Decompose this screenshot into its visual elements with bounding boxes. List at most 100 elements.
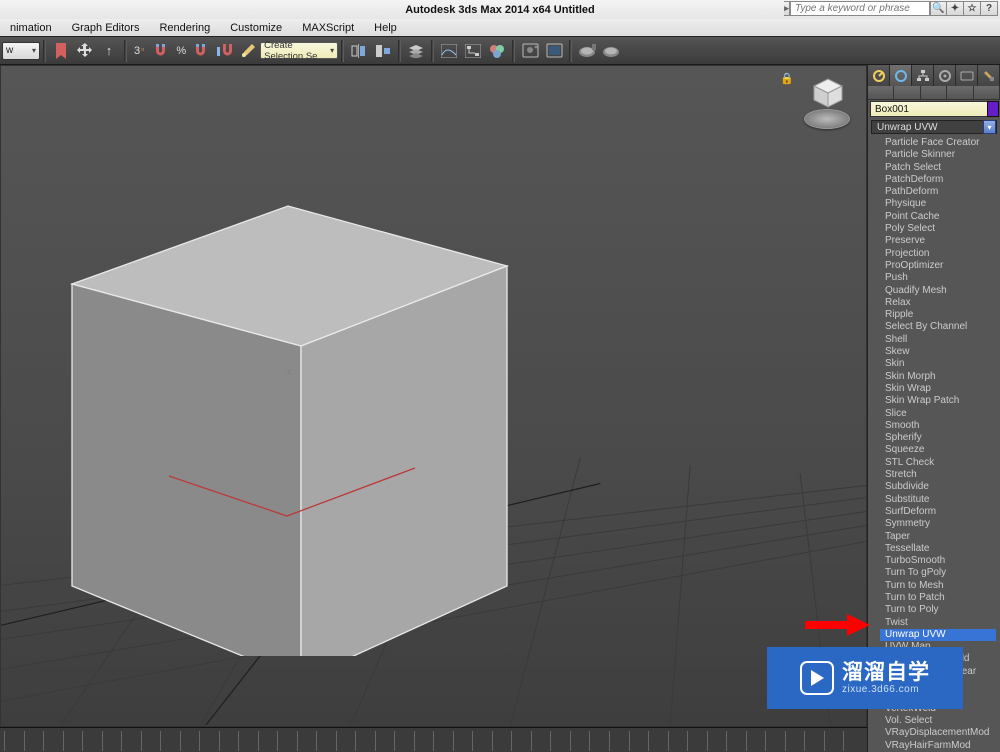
command-panel-tabs bbox=[868, 65, 1000, 86]
render-setup-icon[interactable] bbox=[519, 40, 541, 62]
curve-editor-icon[interactable] bbox=[438, 40, 460, 62]
chevron-down-icon[interactable]: ▾ bbox=[983, 120, 996, 134]
render-iterative-icon[interactable] bbox=[600, 40, 622, 62]
modifier-item[interactable]: Preserve bbox=[880, 235, 996, 247]
layer-manager-icon[interactable] bbox=[405, 40, 427, 62]
sub-btn-4[interactable] bbox=[947, 86, 973, 100]
modifier-item[interactable]: Skin Morph bbox=[880, 371, 996, 383]
selection-filter-dropdown[interactable]: w ▾ bbox=[2, 42, 40, 60]
menu-rendering[interactable]: Rendering bbox=[149, 22, 220, 34]
object-color-swatch[interactable] bbox=[987, 101, 999, 117]
material-editor-icon[interactable] bbox=[486, 40, 508, 62]
hierarchy-tab-icon[interactable] bbox=[912, 65, 934, 86]
bookmark-icon[interactable] bbox=[50, 40, 72, 62]
sub-btn-5[interactable] bbox=[974, 86, 1000, 100]
modifier-item[interactable]: Push bbox=[880, 272, 996, 284]
modifier-item[interactable]: Projection bbox=[880, 248, 996, 260]
modifier-item[interactable]: Physique bbox=[880, 198, 996, 210]
help-icon[interactable]: ? bbox=[981, 1, 998, 16]
render-production-icon[interactable] bbox=[576, 40, 598, 62]
menu-customize[interactable]: Customize bbox=[220, 22, 292, 34]
menu-graph-editors[interactable]: Graph Editors bbox=[62, 22, 150, 34]
percent-snap-magnet-icon[interactable] bbox=[189, 40, 211, 62]
box001-mesh[interactable]: z bbox=[51, 186, 551, 656]
modifier-item[interactable]: Ripple bbox=[880, 309, 996, 321]
angle-snap-magnet-icon[interactable] bbox=[149, 40, 171, 62]
modifier-item[interactable]: Skew bbox=[880, 346, 996, 358]
rendered-frame-window-icon[interactable] bbox=[543, 40, 565, 62]
modifier-item[interactable]: Symmetry bbox=[880, 518, 996, 530]
menu-help[interactable]: Help bbox=[364, 22, 407, 34]
modifier-item[interactable]: Patch Select bbox=[880, 162, 996, 174]
arrow-up-icon[interactable]: ↑ bbox=[98, 40, 120, 62]
modifier-item[interactable]: Squeeze bbox=[880, 444, 996, 456]
modifier-item[interactable]: Turn to Poly bbox=[880, 604, 996, 616]
modifier-item[interactable]: Stretch bbox=[880, 469, 996, 481]
viewcube-compass-icon[interactable] bbox=[804, 109, 850, 129]
modifier-item[interactable]: Substitute bbox=[880, 494, 996, 506]
modifier-item[interactable]: Twist bbox=[880, 617, 996, 629]
modifier-item[interactable]: PatchDeform bbox=[880, 174, 996, 186]
object-name-field[interactable]: Box001 bbox=[870, 101, 992, 117]
modifier-item[interactable]: STL Check bbox=[880, 457, 996, 469]
lock-icon[interactable]: 🔒 bbox=[780, 72, 794, 85]
modifier-item[interactable]: Particle Face Creator bbox=[880, 137, 996, 149]
named-selection-set-dropdown[interactable]: Create Selection Se ▾ bbox=[260, 42, 338, 59]
modifier-item[interactable]: TurboSmooth bbox=[880, 555, 996, 567]
modifier-item[interactable]: Slice bbox=[880, 408, 996, 420]
modifier-item[interactable]: Point Cache bbox=[880, 211, 996, 223]
modifier-item[interactable]: Tessellate bbox=[880, 543, 996, 555]
modifier-item[interactable]: Subdivide bbox=[880, 481, 996, 493]
viewcube[interactable] bbox=[796, 71, 856, 141]
communication-center-icon[interactable]: ✦ bbox=[947, 1, 964, 16]
modifier-item[interactable]: ProOptimizer bbox=[880, 260, 996, 272]
sub-btn-3[interactable] bbox=[921, 86, 947, 100]
modifier-item[interactable]: Skin Wrap Patch bbox=[880, 395, 996, 407]
modifier-item[interactable]: SurfDeform bbox=[880, 506, 996, 518]
modifier-list-dropdown[interactable]: Unwrap UVW ▾ bbox=[871, 120, 997, 134]
display-tab-icon[interactable] bbox=[956, 65, 978, 86]
utilities-tab-icon[interactable] bbox=[978, 65, 1000, 86]
viewcube-cube-icon[interactable] bbox=[812, 77, 844, 109]
mirror-icon[interactable] bbox=[348, 40, 370, 62]
modifier-item[interactable]: Quadify Mesh bbox=[880, 285, 996, 297]
favorites-icon[interactable]: ☆ bbox=[964, 1, 981, 16]
sub-btn-2[interactable] bbox=[894, 86, 920, 100]
modifier-item[interactable]: Select By Channel bbox=[880, 321, 996, 333]
sub-btn-1[interactable] bbox=[868, 86, 894, 100]
modifier-item[interactable]: VRayHairFarmMod bbox=[880, 740, 996, 752]
modify-tab-icon[interactable] bbox=[890, 65, 912, 86]
modifier-item[interactable]: Particle Skinner bbox=[880, 149, 996, 161]
modifier-item[interactable]: Vol. Select bbox=[880, 715, 996, 727]
schematic-view-icon[interactable] bbox=[462, 40, 484, 62]
percent-snap-label: % bbox=[172, 45, 188, 57]
modifier-item[interactable]: Poly Select bbox=[880, 223, 996, 235]
menu-animation[interactable]: nimation bbox=[0, 22, 62, 34]
perspective-viewport[interactable]: z 🔒 bbox=[0, 65, 867, 727]
timeline-tick bbox=[668, 731, 688, 751]
modifier-item[interactable]: Relax bbox=[880, 297, 996, 309]
modifier-item[interactable]: Unwrap UVW bbox=[880, 629, 996, 641]
modifier-item[interactable]: PathDeform bbox=[880, 186, 996, 198]
time-slider[interactable] bbox=[0, 727, 867, 752]
menu-maxscript[interactable]: MAXScript bbox=[292, 22, 364, 34]
motion-tab-icon[interactable] bbox=[934, 65, 956, 86]
edit-selection-icon[interactable] bbox=[237, 40, 259, 62]
modifier-item[interactable]: Shell bbox=[880, 334, 996, 346]
modifier-item[interactable]: Spherify bbox=[880, 432, 996, 444]
modifier-item[interactable]: Skin Wrap bbox=[880, 383, 996, 395]
modifier-item[interactable]: Smooth bbox=[880, 420, 996, 432]
timeline-tick bbox=[414, 731, 434, 751]
modifier-item[interactable]: VRayDisplacementMod bbox=[880, 727, 996, 739]
search-input[interactable] bbox=[790, 1, 930, 16]
modifier-item[interactable]: Skin bbox=[880, 358, 996, 370]
modifier-item[interactable]: Turn to Patch bbox=[880, 592, 996, 604]
create-tab-icon[interactable] bbox=[868, 65, 890, 86]
spinner-snap-magnet-icon[interactable] bbox=[213, 40, 235, 62]
move-icon[interactable] bbox=[74, 40, 96, 62]
modifier-item[interactable]: Turn to Mesh bbox=[880, 580, 996, 592]
modifier-item[interactable]: Taper bbox=[880, 531, 996, 543]
modifier-item[interactable]: Turn To gPoly bbox=[880, 567, 996, 579]
align-icon[interactable] bbox=[372, 40, 394, 62]
search-submit-icon[interactable]: 🔍 bbox=[930, 1, 947, 16]
